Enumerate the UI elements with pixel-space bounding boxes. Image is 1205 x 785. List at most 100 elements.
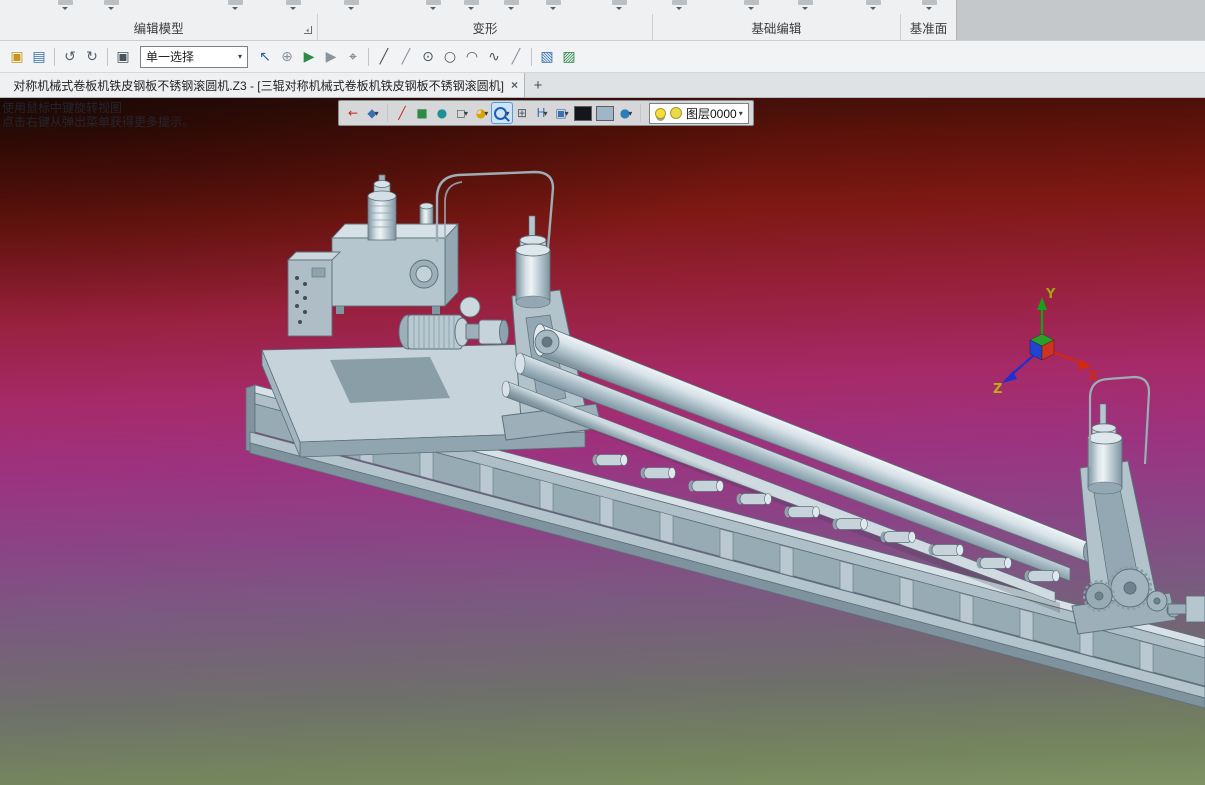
viewport-3d[interactable]: 使用鼠标中键旋转视图 点击右键从弹出菜单获得更多提示。 ← ◆ ▾ ╱ ■ ● ◻ ▾ ◕ ▾ ▾ ⊞… bbox=[0, 98, 1205, 785]
ribbon-partial-button[interactable] bbox=[606, 0, 632, 13]
layer-color-dot bbox=[670, 107, 682, 119]
new-tab-button[interactable]: + bbox=[525, 73, 551, 97]
ribbon-partial-button[interactable] bbox=[52, 0, 78, 13]
quick-toolbar: ▣ ▤ ↺ ↻ ▣ 单一选择 ▾ ↖ ⊕ ▶ ▶ ⌖ ╱ ╱ ⊙ ○ ◠ ∿ ╱ ▧ ▨ bbox=[0, 41, 1205, 73]
ribbon: 编辑模型 变形 基础编辑 基准面 bbox=[0, 0, 1205, 41]
spline-icon[interactable]: ∿ bbox=[483, 46, 505, 68]
dropdown-arrow-icon[interactable]: ▾ bbox=[375, 109, 379, 118]
sketch-mode-icon[interactable]: ╱ bbox=[392, 103, 412, 123]
datum-display-icon[interactable]: H ▾ bbox=[532, 103, 552, 123]
chevron-down-icon: ▾ bbox=[237, 52, 242, 61]
dropdown-arrow-icon[interactable]: ▾ bbox=[565, 109, 569, 118]
ribbon-partial-button[interactable] bbox=[420, 0, 446, 13]
ribbon-partial-button[interactable] bbox=[792, 0, 818, 13]
spline-icon: ∿ bbox=[488, 48, 500, 65]
toolbar-separator bbox=[368, 47, 369, 66]
point-snap-icon[interactable]: ⌖ bbox=[342, 46, 364, 68]
tab-close-icon[interactable]: × bbox=[511, 78, 518, 92]
ribbon-group-label: 变形 bbox=[472, 21, 498, 36]
zoom-icon[interactable]: ▾ bbox=[491, 102, 513, 124]
ribbon-partial-button[interactable] bbox=[738, 0, 764, 13]
quick-toolbar-left-icons: ▣ ▤ ↺ ↻ ▣ bbox=[6, 46, 134, 68]
layer-sheet2-icon[interactable]: ▨ bbox=[558, 46, 580, 68]
ribbon-partial-button[interactable] bbox=[498, 0, 524, 13]
ribbon-partial-button[interactable] bbox=[338, 0, 364, 13]
section-view-icon[interactable]: ◕ ▾ bbox=[472, 103, 492, 123]
dropdown-arrow-icon[interactable]: ▾ bbox=[464, 109, 468, 118]
open-file-icon[interactable]: ▣ bbox=[6, 46, 28, 68]
display-settings-icon[interactable]: ▣ ▾ bbox=[552, 103, 572, 123]
triad-x-label: X bbox=[1088, 369, 1098, 384]
dialog-launcher-icon[interactable] bbox=[304, 26, 313, 34]
play-icon[interactable]: ▶ bbox=[298, 46, 320, 68]
control-panel[interactable] bbox=[286, 251, 342, 337]
circle-center-icon[interactable]: ⊙ bbox=[417, 46, 439, 68]
ribbon-partial-button[interactable] bbox=[98, 0, 124, 13]
exit-environment-icon: ← bbox=[347, 106, 359, 120]
model-3d-render[interactable]: Y X Z bbox=[0, 98, 1205, 785]
ribbon-partial-button[interactable] bbox=[916, 0, 942, 13]
exit-environment-icon[interactable]: ← bbox=[343, 103, 363, 123]
document-tab-title: 对称机械式卷板机铁皮钢板不锈钢滚圆机.Z3 - [三辊对称机械式卷板机铁皮钢板不… bbox=[13, 78, 504, 93]
undo-icon[interactable]: ↺ bbox=[59, 46, 81, 68]
import-file-icon[interactable]: ▤ bbox=[28, 46, 50, 68]
selection-mode-value: 单一选择 bbox=[146, 50, 195, 64]
selection-box-icon: ▣ bbox=[116, 48, 130, 65]
pick-arrow-icon[interactable]: ↖ bbox=[254, 46, 276, 68]
play-icon: ▶ bbox=[303, 48, 315, 65]
zoom-icon bbox=[494, 106, 508, 120]
triad-y-label: Y bbox=[1045, 287, 1056, 302]
ribbon-partial-button[interactable] bbox=[222, 0, 248, 13]
line-icon: ╱ bbox=[379, 48, 389, 65]
zoom-window-icon: ⊞ bbox=[516, 106, 528, 120]
ribbon-partial-button[interactable] bbox=[280, 0, 306, 13]
selection-box-icon[interactable]: ▣ bbox=[112, 46, 134, 68]
zoom-window-icon[interactable]: ⊞ bbox=[512, 103, 532, 123]
toolbar-separator bbox=[107, 47, 108, 66]
document-tab[interactable]: 对称机械式卷板机铁皮钢板不锈钢滚圆机.Z3 - [三辊对称机械式卷板机铁皮钢板不… bbox=[0, 73, 525, 97]
circle-icon[interactable]: ○ bbox=[439, 46, 461, 68]
dropdown-arrow-icon[interactable]: ▾ bbox=[544, 109, 548, 118]
wireframe-display-icon[interactable]: ◻ ▾ bbox=[452, 103, 472, 123]
circle-icon: ○ bbox=[443, 48, 457, 65]
selection-mode-combobox[interactable]: 单一选择 ▾ bbox=[140, 45, 248, 68]
dropdown-arrow-icon[interactable]: ▾ bbox=[484, 109, 488, 118]
ribbon-partial-button[interactable] bbox=[540, 0, 566, 13]
slash-icon[interactable]: ╱ bbox=[505, 46, 527, 68]
view-orientation-icon[interactable]: ◆ ▾ bbox=[363, 103, 383, 123]
replay-icon[interactable]: ▶ bbox=[320, 46, 342, 68]
redo-icon: ↻ bbox=[86, 48, 98, 65]
dropdown-arrow-icon[interactable]: ▾ bbox=[628, 109, 632, 118]
sphere-display-icon[interactable]: ● bbox=[432, 103, 452, 123]
layer-combobox[interactable]: 图层0000 ▾ bbox=[649, 102, 749, 124]
sketch-mode-icon: ╱ bbox=[398, 106, 406, 120]
replay-icon: ▶ bbox=[325, 48, 337, 65]
render-mode-icon[interactable]: ● ▾ bbox=[616, 103, 636, 123]
line-icon[interactable]: ╱ bbox=[373, 46, 395, 68]
ribbon-group-labels: 编辑模型 变形 基础编辑 基准面 bbox=[0, 14, 957, 40]
quick-toolbar-right-icons: ↖ ⊕ ▶ ▶ ⌖ ╱ ╱ ⊙ ○ ◠ ∿ ╱ ▧ ▨ bbox=[254, 46, 580, 68]
lightbulb-icon[interactable] bbox=[655, 107, 666, 119]
background-black-swatch[interactable] bbox=[574, 105, 592, 121]
prompt-hint-line1: 使用鼠标中键旋转视图 bbox=[2, 101, 123, 115]
pick-arrow-icon: ↖ bbox=[259, 48, 271, 65]
background-blue-swatch[interactable] bbox=[596, 105, 614, 121]
redo-icon[interactable]: ↻ bbox=[81, 46, 103, 68]
ribbon-partial-button[interactable] bbox=[666, 0, 692, 13]
polyline-icon[interactable]: ╱ bbox=[395, 46, 417, 68]
ribbon-empty-area bbox=[956, 0, 1205, 40]
coordinate-triad[interactable]: Y X Z bbox=[993, 287, 1098, 397]
layer-sheet-icon[interactable]: ▧ bbox=[536, 46, 558, 68]
layer-sheet2-icon: ▨ bbox=[562, 48, 576, 65]
zw3d-application-window: 编辑模型 变形 基础编辑 基准面 ▣ ▤ ↺ ↻ ▣ 单一选择 ▾ ↖ ⊕ ▶ ▶ ⌖ ╱ ╱ ⊙ ○ ◠… bbox=[0, 0, 1205, 785]
ribbon-partial-button[interactable] bbox=[860, 0, 886, 13]
ribbon-group-label: 基准面 bbox=[909, 21, 948, 36]
slash-icon: ╱ bbox=[511, 48, 521, 65]
ribbon-group-deform: 变形 bbox=[318, 14, 653, 40]
pick-filter-icon[interactable]: ⊕ bbox=[276, 46, 298, 68]
sphere-display-icon: ● bbox=[436, 106, 448, 120]
ribbon-partial-button[interactable] bbox=[458, 0, 484, 13]
arc-icon: ◠ bbox=[465, 48, 479, 65]
arc-icon[interactable]: ◠ bbox=[461, 46, 483, 68]
shaded-display-icon[interactable]: ■ bbox=[412, 103, 432, 123]
